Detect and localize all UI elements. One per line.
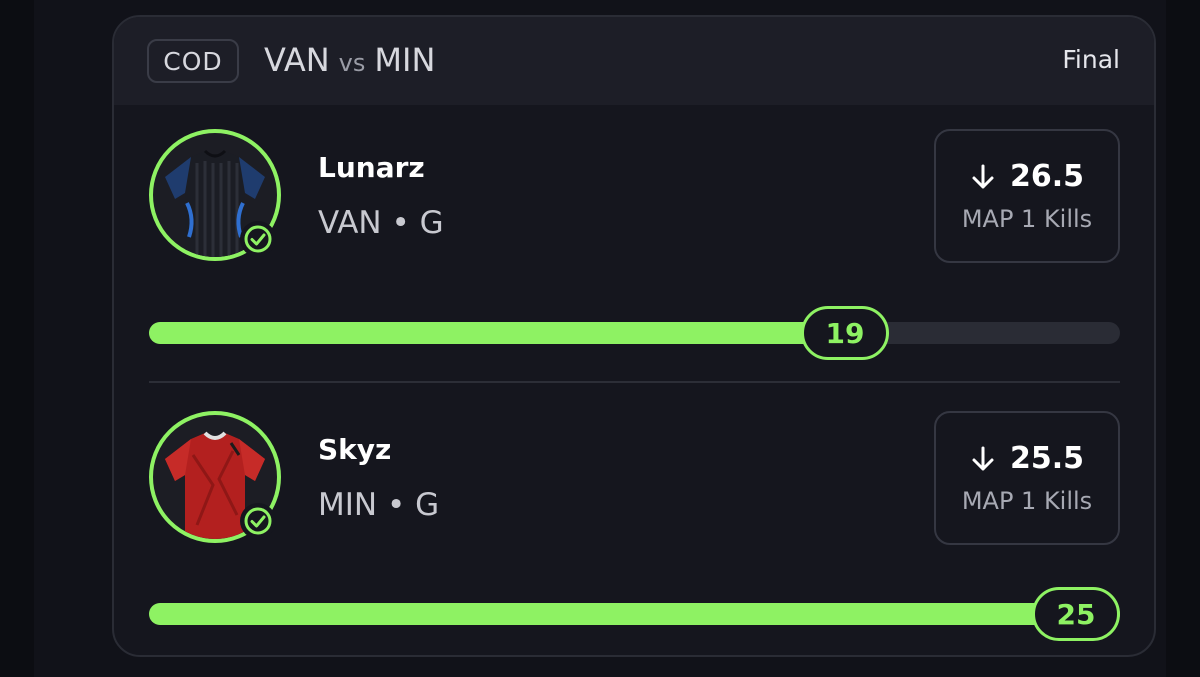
app-background: COD VAN vs MIN Final Lunarz VAN • G 26.5… [34,0,1166,677]
player-name: Skyz [318,433,392,466]
player-team-position: VAN • G [318,205,444,241]
stat-label: MAP 1 Kills [961,487,1093,515]
separator-dot: • [386,487,406,523]
check-circle-icon [240,221,276,257]
league-badge: COD [147,39,239,83]
league-label: COD [163,46,223,76]
team-abbr: MIN [318,487,378,523]
actual-value-badge: 19 [801,306,889,360]
progress-track: 25 [149,587,1120,641]
projection-box[interactable]: 25.5 MAP 1 Kills [934,411,1120,545]
player-team-position: MIN • G [318,487,439,523]
position-label: G [415,487,440,523]
team-abbr: VAN [318,205,382,241]
actual-value-badge: 25 [1032,587,1120,641]
match-header: COD VAN vs MIN Final [114,17,1154,105]
away-team: MIN [374,41,436,79]
progress-fill [149,322,845,344]
check-circle-icon [240,503,276,539]
line-value: 25.5 [1009,441,1085,476]
game-status: Final [1062,45,1120,74]
progress-fill [149,603,1120,625]
actual-value: 25 [1056,597,1096,631]
position-label: G [419,205,444,241]
matchup-title: VAN vs MIN [264,41,435,81]
arrow-down-icon [972,446,994,470]
separator-dot: • [391,205,410,241]
row-divider [149,381,1120,383]
projection-box[interactable]: 26.5 MAP 1 Kills [934,129,1120,263]
actual-value: 19 [825,316,865,350]
progress-track: 19 [149,306,1120,360]
vs-label: vs [338,49,366,77]
arrow-down-icon [972,164,994,188]
match-card[interactable]: COD VAN vs MIN Final Lunarz VAN • G 26.5… [112,15,1156,657]
line-value: 26.5 [1009,159,1085,194]
player-name: Lunarz [318,151,425,184]
home-team: VAN [264,41,330,79]
stat-label: MAP 1 Kills [961,205,1093,233]
